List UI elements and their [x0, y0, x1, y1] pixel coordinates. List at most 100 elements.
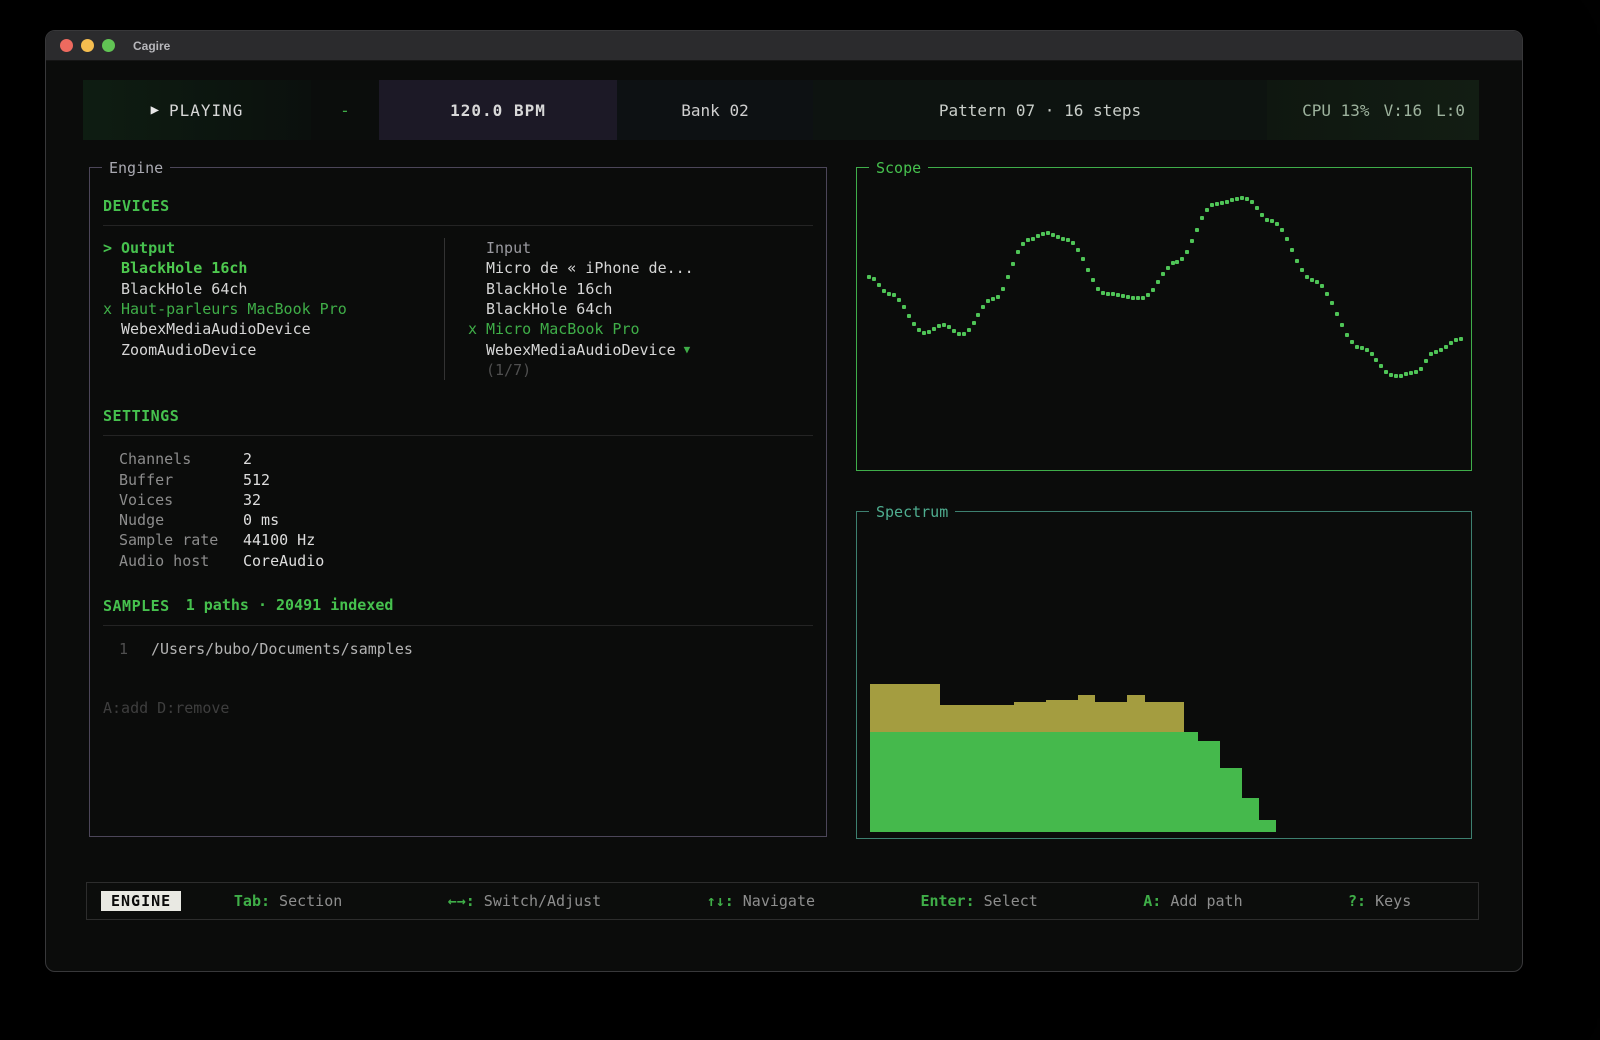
- scope-sample-dot: [937, 324, 941, 328]
- setting-value: CoreAudio: [243, 552, 324, 570]
- scope-sample-dot: [1141, 296, 1145, 300]
- scope-sample-dot: [1255, 206, 1259, 210]
- scope-sample-dot: [1265, 218, 1269, 222]
- scope-sample-dot: [1245, 197, 1249, 201]
- scope-sample-dot: [1086, 268, 1090, 272]
- spectrum-display: [870, 512, 1462, 832]
- scope-sample-dot: [1290, 248, 1294, 252]
- scope-sample-dot: [877, 283, 881, 287]
- scope-sample-dot: [1076, 248, 1080, 252]
- scope-sample-dot: [1230, 198, 1234, 202]
- device-item-output[interactable]: xHaut-parleurs MacBook Pro: [103, 299, 444, 319]
- setting-row[interactable]: Nudge0 ms: [103, 510, 813, 530]
- key-hint-key: A:: [1143, 892, 1161, 910]
- window-title: Cagire: [133, 39, 170, 53]
- traffic-lights: [46, 39, 115, 52]
- scope-sample-dot: [1459, 337, 1463, 341]
- settings-heading: SETTINGS: [103, 406, 813, 426]
- device-name: Micro MacBook Pro: [486, 320, 640, 338]
- device-item-input[interactable]: BlackHole 16ch: [468, 279, 813, 299]
- setting-row[interactable]: Voices32: [103, 490, 813, 510]
- device-item-input[interactable]: BlackHole 64ch: [468, 299, 813, 319]
- scope-sample-dot: [1310, 278, 1314, 282]
- sample-path-row[interactable]: 1/Users/bubo/Documents/samples: [103, 639, 813, 659]
- scope-sample-dot: [1444, 345, 1448, 349]
- setting-row[interactable]: Channels2: [103, 449, 813, 469]
- scope-sample-dot: [1021, 242, 1025, 246]
- spectrum-bar-body: [1127, 732, 1145, 832]
- scope-sample-dot: [1379, 364, 1383, 368]
- device-item-output[interactable]: BlackHole 16ch: [103, 258, 444, 278]
- key-hint: A: Add path: [1143, 892, 1242, 910]
- spectrum-bar-body: [1014, 732, 1046, 832]
- window-titlebar: Cagire: [46, 31, 1522, 61]
- device-item-input[interactable]: (1/7): [468, 360, 813, 380]
- scope-sample-dot: [1350, 340, 1354, 344]
- scope-sample-dot: [932, 327, 936, 331]
- scope-sample-dot: [957, 332, 961, 336]
- minimize-button[interactable]: [81, 39, 94, 52]
- device-item-input[interactable]: xMicro MacBook Pro: [468, 319, 813, 339]
- scope-sample-dot: [1260, 213, 1264, 217]
- scope-sample-dot: [1106, 292, 1110, 296]
- setting-row[interactable]: Buffer512: [103, 469, 813, 489]
- sample-path-index: 1: [119, 640, 151, 658]
- scope-sample-dot: [1419, 367, 1423, 371]
- scope-sample-dot: [1285, 237, 1289, 241]
- device-item-output[interactable]: ZoomAudioDevice: [103, 339, 444, 359]
- spectrum-bar-cap: [1095, 702, 1127, 733]
- key-hint-key: ←→:: [448, 892, 475, 910]
- scope-sample-dot: [1046, 231, 1050, 235]
- scope-sample-dot: [1081, 257, 1085, 261]
- scope-sample-dot: [1370, 352, 1374, 356]
- device-name: Micro de « iPhone de...: [486, 259, 694, 277]
- scope-sample-dot: [1185, 250, 1189, 254]
- zoom-button[interactable]: [102, 39, 115, 52]
- scope-sample-dot: [1031, 237, 1035, 241]
- device-name: BlackHole 16ch: [121, 259, 247, 277]
- scope-sample-dot: [1384, 370, 1388, 374]
- device-item-output[interactable]: WebexMediaAudioDevice: [103, 319, 444, 339]
- device-column-header: Input: [468, 238, 813, 258]
- scope-sample-dot: [1215, 202, 1219, 206]
- scope-sample-dot: [1151, 288, 1155, 292]
- scope-sample-dot: [1270, 219, 1274, 223]
- scope-sample-dot: [1434, 350, 1438, 354]
- scope-sample-dot: [1131, 296, 1135, 300]
- device-item-input[interactable]: Micro de « iPhone de...: [468, 258, 813, 278]
- engine-panel-title: Engine: [102, 158, 170, 178]
- spectrum-bar-body: [1241, 798, 1259, 832]
- setting-label: Voices: [119, 491, 243, 509]
- setting-value: 2: [243, 450, 252, 468]
- scope-sample-dot: [1360, 346, 1364, 350]
- setting-label: Sample rate: [119, 531, 243, 549]
- setting-label: Audio host: [119, 552, 243, 570]
- spectrum-bar-cap: [1046, 700, 1079, 732]
- scope-sample-dot: [947, 325, 951, 329]
- setting-row[interactable]: Audio hostCoreAudio: [103, 551, 813, 571]
- devices-grid: >OutputBlackHole 16chBlackHole 64chxHaut…: [103, 238, 813, 380]
- setting-label: Channels: [119, 450, 243, 468]
- device-column-label: Input: [486, 239, 531, 257]
- scope-sample-dot: [1220, 201, 1224, 205]
- spectrum-bar-body: [1095, 732, 1127, 832]
- scope-sample-dot: [1235, 197, 1239, 201]
- scope-sample-dot: [942, 323, 946, 327]
- setting-row[interactable]: Sample rate44100 Hz: [103, 530, 813, 550]
- scope-sample-dot: [967, 328, 971, 332]
- close-button[interactable]: [60, 39, 73, 52]
- spectrum-bar-body: [1220, 768, 1242, 832]
- scope-sample-dot: [917, 328, 921, 332]
- scope-sample-dot: [1121, 294, 1125, 298]
- scope-sample-dot: [1180, 257, 1184, 261]
- device-item-output[interactable]: BlackHole 64ch: [103, 279, 444, 299]
- scope-sample-dot: [1126, 295, 1130, 299]
- scope-sample-dot: [1345, 333, 1349, 337]
- scope-sample-dot: [1315, 280, 1319, 284]
- setting-label: Nudge: [119, 511, 243, 529]
- settings-rows: Channels2Buffer512Voices32Nudge0 msSampl…: [103, 449, 813, 571]
- scope-sample-dot: [1404, 372, 1408, 376]
- key-hint: ←→: Switch/Adjust: [448, 892, 602, 910]
- device-item-input[interactable]: WebexMediaAudioDevice▼: [468, 339, 813, 359]
- scope-sample-dot: [872, 277, 876, 281]
